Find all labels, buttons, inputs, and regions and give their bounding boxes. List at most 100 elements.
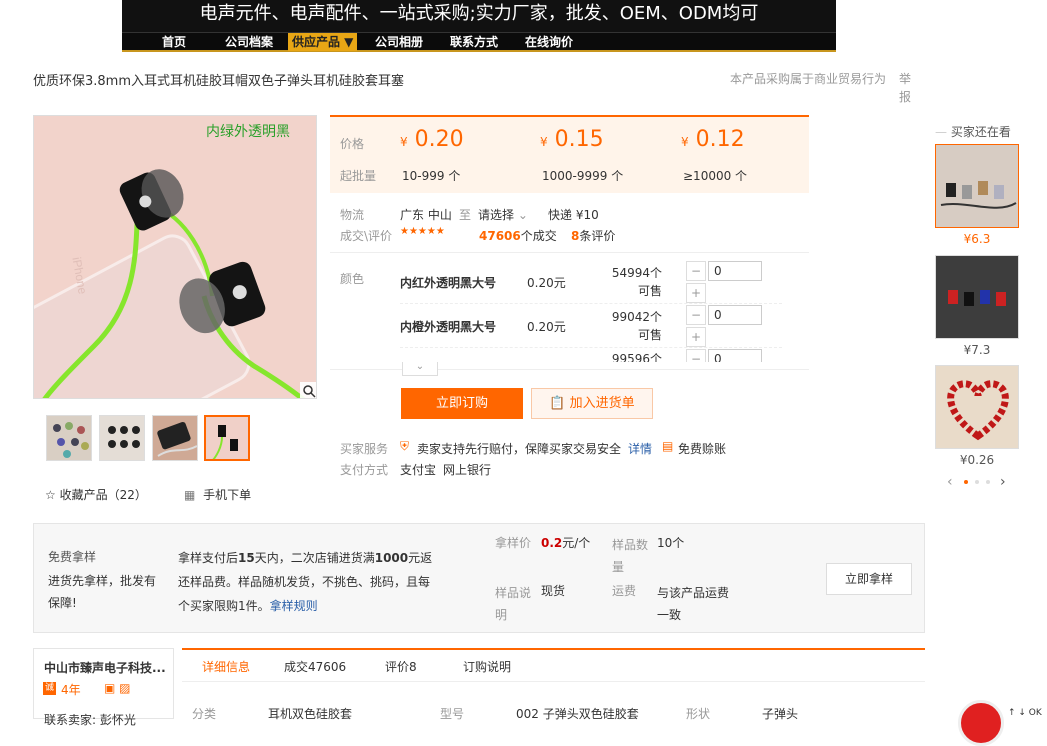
spec-key: 型号 [440,707,465,721]
deal-count[interactable]: 47606个成交 [479,227,557,244]
sample-rule-link[interactable]: 拿样规则 [270,599,318,613]
rating-stars-icon: ★★★★★ [400,226,445,237]
sidebar-dot[interactable] [975,480,979,484]
image-caption: 内绿外透明黑 [206,124,290,140]
company-name[interactable]: 中山市臻声电子科技... [44,659,169,676]
nav-profile[interactable]: 公司档案 [225,33,273,51]
sample-note-label: 样品说明 [495,586,532,622]
star-outline-icon: ☆ [45,488,56,502]
quantity-stepper: − 0 + [686,305,762,347]
sidebar-dot-active[interactable] [964,480,968,484]
service-label: 买家服务 [340,442,389,456]
quantity-input[interactable]: 0 [708,261,762,281]
sku-stock: 99042个可售 [611,310,662,342]
sku-stock: 54994个可售 [611,266,662,298]
banner-text: 电声元件、电声配件、一站式采购;实力厂家，批发、OEM、ODM均可 [199,3,759,24]
favorite-button[interactable]: ☆ 收藏产品（22） [45,486,147,503]
sidebar-prev-arrow-icon[interactable]: ‹ [947,474,953,490]
item-price: ¥6.3 [963,232,991,246]
nav-inquiry[interactable]: 在线询价 [525,33,573,51]
free-sample-panel: 免费拿样 进货先拿样，批发有保障! 拿样支付后15天内，二次店铺进货满1000元… [33,523,925,633]
get-sample-button[interactable]: 立即拿样 [826,563,912,595]
floating-speed-widget[interactable] [958,700,1004,746]
chevron-down-icon: ⌄ [517,208,528,222]
sku-name: 内红外透明黑大号 [400,276,497,290]
trade-notice: 本产品采购属于商业贸易行为 [730,72,887,86]
sample-ship: 与该产品运费一致 [657,586,730,622]
product-main-image[interactable]: iPhone 内绿外透明黑 [33,115,317,399]
service-text: 卖家支持先行赔付，保障买家交易安全 [417,442,622,456]
price-panel: 价格 起批量 ¥ 0.20 ¥ 0.15 ¥ 0.12 10-999 个 100… [330,115,809,193]
buy-now-button[interactable]: 立即订购 [401,388,523,419]
nav-contact[interactable]: 联系方式 [450,33,498,51]
sku-list: 内红外透明黑大号 0.20元 54994个可售 − 0 + 内橙外透明黑大号 0… [400,260,782,362]
favorite-label: 收藏产品（22） [59,488,147,502]
service-detail-link[interactable]: 详情 [628,440,652,457]
nav-products[interactable]: 供应产品 ▼ [288,33,358,51]
sku-price: 0.20元 [527,276,566,290]
credit-icon: ▤ [662,439,674,453]
mobile-order-button[interactable]: ▦ 手机下单 [184,486,251,503]
membership-icon: 诚 [43,682,56,695]
destination-select[interactable]: 请选择 ⌄ [478,206,528,223]
payment-label: 支付方式 [340,463,389,477]
item-price: ¥0.26 [959,453,995,467]
color-label: 颜色 [340,272,365,286]
sample-title: 免费拿样 [48,550,97,564]
price-tier-3: ¥ 0.12 [681,127,745,152]
review-count[interactable]: 8条评价 [571,227,615,244]
qrcode-icon: ▦ [184,488,196,502]
sku-stock: 99596个可 [611,352,662,362]
shipping-fee: 快递 ¥10 [548,208,599,222]
sidebar-next-arrow-icon[interactable]: › [1000,474,1006,490]
sku-row: 内橙外透明黑大号 0.20元 99042个可售 − 0 + [400,304,782,348]
recommended-item[interactable]: ¥7.3 [935,255,1019,357]
report-link[interactable]: 举报 [899,70,917,106]
sidebar-title: — 买家还在看 [935,125,1011,139]
sku-row: 内红外透明黑大号 0.20元 54994个可售 − 0 + [400,260,782,304]
quantity-input[interactable]: 0 [708,349,762,362]
recommended-item[interactable]: ¥6.3 [935,144,1019,246]
recommended-item[interactable]: ¥0.26 [935,365,1019,467]
nav-album[interactable]: 公司相册 [375,33,423,51]
add-to-cart-button[interactable]: 📋 加入进货单 [531,388,653,419]
minus-button[interactable]: − [686,305,706,325]
sku-price: 0.20元 [527,320,566,334]
quantity-input[interactable]: 0 [708,305,762,325]
detail-tabs: 详细信息 成交47606 评价8 订购说明 [182,648,925,682]
contact-seller[interactable]: 联系卖家: 彭怀光 [44,711,136,728]
minus-button[interactable]: − [686,349,706,362]
plus-button[interactable]: + [686,283,706,303]
sample-qty-label: 样品数量 [612,538,649,574]
minus-button[interactable]: − [686,261,706,281]
moq-tier-1: 10-999 个 [402,169,461,183]
sidebar-dot[interactable] [986,480,990,484]
expand-more-button[interactable]: ⌄ [402,362,438,376]
ship-from: 广东 中山 [400,208,452,222]
sample-price-label: 拿样价 [495,536,532,550]
thumbnail-3[interactable] [152,415,198,461]
sample-note: 现货 [541,584,566,598]
shop-nav: 首页 公司档案 供应产品 ▼ 公司相册 联系方式 在线询价 [122,32,836,52]
price-tier-2: ¥ 0.15 [540,127,604,152]
sku-name: 内橙外透明黑大号 [400,320,497,334]
logistics-label: 物流 [340,208,365,222]
thumbnail-2[interactable] [99,415,145,461]
tab-reviews[interactable]: 评价8 [385,658,417,675]
moq-tier-3: ≥10000 个 [683,169,748,183]
tab-order-info[interactable]: 订购说明 [463,658,511,675]
nav-home[interactable]: 首页 [162,33,186,51]
floating-widget-arrows-icon: ↑ ↓ OK [1008,708,1042,718]
tab-details[interactable]: 详细信息 [202,658,250,675]
spec-value: 耳机双色硅胶套 [268,707,353,721]
thumbnail-4[interactable] [204,415,250,461]
verified-icon: ▣ ▨ [104,681,131,695]
plus-button[interactable]: + [686,327,706,347]
price-tier-1: ¥ 0.20 [400,127,464,152]
sample-subtitle: 进货先拿样，批发有保障! [48,574,157,610]
thumbnail-1[interactable] [46,415,92,461]
company-card: 中山市臻声电子科技... 诚 4年 ▣ ▨ 联系卖家: 彭怀光 [33,648,174,727]
tab-deals[interactable]: 成交47606 [284,658,346,675]
deals-label: 成交\评价 [340,229,393,243]
payment-bank: 网上银行 [443,463,492,477]
